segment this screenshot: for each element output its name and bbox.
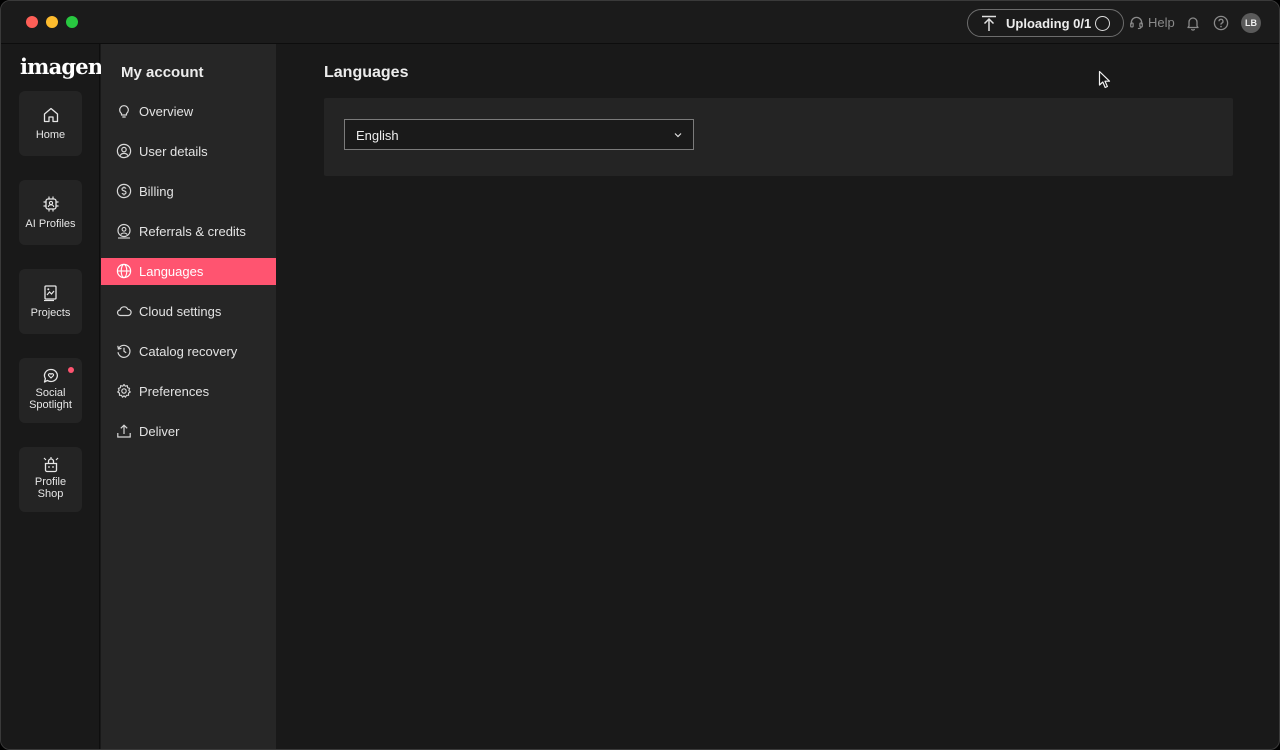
rail-ai-profiles-label: AI Profiles (25, 218, 76, 230)
upload-status-label: Uploading 0/1 (1006, 16, 1092, 31)
user-circle-icon (116, 143, 132, 159)
history-icon (117, 344, 131, 358)
rail-profile-shop-label: Profile Shop (34, 476, 67, 500)
left-rail: imagen Home AI Profiles Projects Social … (1, 44, 103, 749)
cloud-icon (116, 306, 132, 317)
sidebar-item-deliver[interactable]: Deliver (101, 418, 276, 445)
sidebar-item-catalog-recovery[interactable]: Catalog recovery (101, 338, 276, 365)
rail-ai-profiles-button[interactable]: AI Profiles (19, 180, 82, 245)
avatar[interactable]: LB (1241, 13, 1261, 33)
language-card: English (324, 98, 1233, 176)
rail-profile-shop-button[interactable]: Profile Shop (19, 447, 82, 512)
mouse-cursor-icon (1098, 70, 1111, 89)
question-circle-icon[interactable] (1213, 15, 1229, 31)
sidebar-item-label: User details (139, 144, 208, 159)
imagen-logo: imagen (20, 54, 103, 79)
sidebar-item-label: Cloud settings (139, 304, 222, 319)
language-select-value: English (356, 128, 399, 143)
sidebar-item-cloud-settings[interactable]: Cloud settings (101, 298, 276, 325)
sidebar-item-label: Deliver (139, 424, 180, 439)
sidebar-item-label: Referrals & credits (139, 224, 246, 239)
dollar-circle-icon (116, 183, 132, 199)
upload-progress-icon (1095, 16, 1110, 31)
referral-icon (117, 223, 131, 239)
close-window-button[interactable] (26, 16, 38, 28)
projects-icon (43, 285, 57, 302)
upload-status-button[interactable]: Uploading 0/1 (967, 9, 1124, 37)
sidebar-item-label: Languages (139, 264, 204, 279)
help-label: Help (1148, 14, 1175, 30)
upload-icon (117, 424, 131, 438)
sidebar-title: My account (121, 64, 204, 81)
account-sidebar: My account Overview User details Billing (101, 44, 276, 749)
rail-projects-label: Projects (30, 307, 71, 319)
home-icon (43, 107, 58, 123)
shop-icon (43, 457, 58, 473)
language-select[interactable]: English (344, 119, 694, 150)
ai-chip-icon (43, 196, 58, 212)
minimize-window-button[interactable] (46, 16, 58, 28)
sidebar-item-languages[interactable]: Languages (101, 258, 276, 285)
lightbulb-icon (119, 105, 129, 118)
bell-icon[interactable] (1185, 15, 1201, 31)
chat-heart-icon (43, 368, 58, 383)
rail-home-label: Home (35, 129, 66, 141)
chevron-down-icon (674, 133, 682, 138)
rail-social-spotlight-button[interactable]: Social Spotlight (19, 358, 82, 423)
sidebar-item-label: Preferences (139, 384, 210, 399)
headset-icon (1130, 16, 1143, 29)
maximize-window-button[interactable] (66, 16, 78, 28)
sidebar-item-referrals-credits[interactable]: Referrals & credits (101, 218, 276, 245)
rail-projects-button[interactable]: Projects (19, 269, 82, 334)
sidebar-item-preferences[interactable]: Preferences (101, 378, 276, 405)
app-window: Uploading 0/1 Help LB imagen Home AI Pro… (0, 0, 1280, 750)
help-button[interactable]: Help (1129, 14, 1175, 30)
rail-social-spotlight-label: Social Spotlight (29, 387, 72, 411)
rail-home-button[interactable]: Home (19, 91, 82, 156)
globe-icon (116, 263, 132, 279)
sidebar-item-label: Overview (139, 104, 194, 119)
upload-arrow-icon (982, 15, 996, 31)
notification-dot (68, 367, 74, 373)
sidebar-item-overview[interactable]: Overview (101, 98, 276, 125)
page-title: Languages (324, 64, 409, 81)
title-bar: Uploading 0/1 Help LB (1, 1, 1279, 44)
sidebar-item-user-details[interactable]: User details (101, 138, 276, 165)
sidebar-item-label: Billing (139, 184, 174, 199)
sidebar-item-billing[interactable]: Billing (101, 178, 276, 205)
sidebar-item-label: Catalog recovery (139, 344, 238, 359)
gear-icon (117, 383, 131, 398)
